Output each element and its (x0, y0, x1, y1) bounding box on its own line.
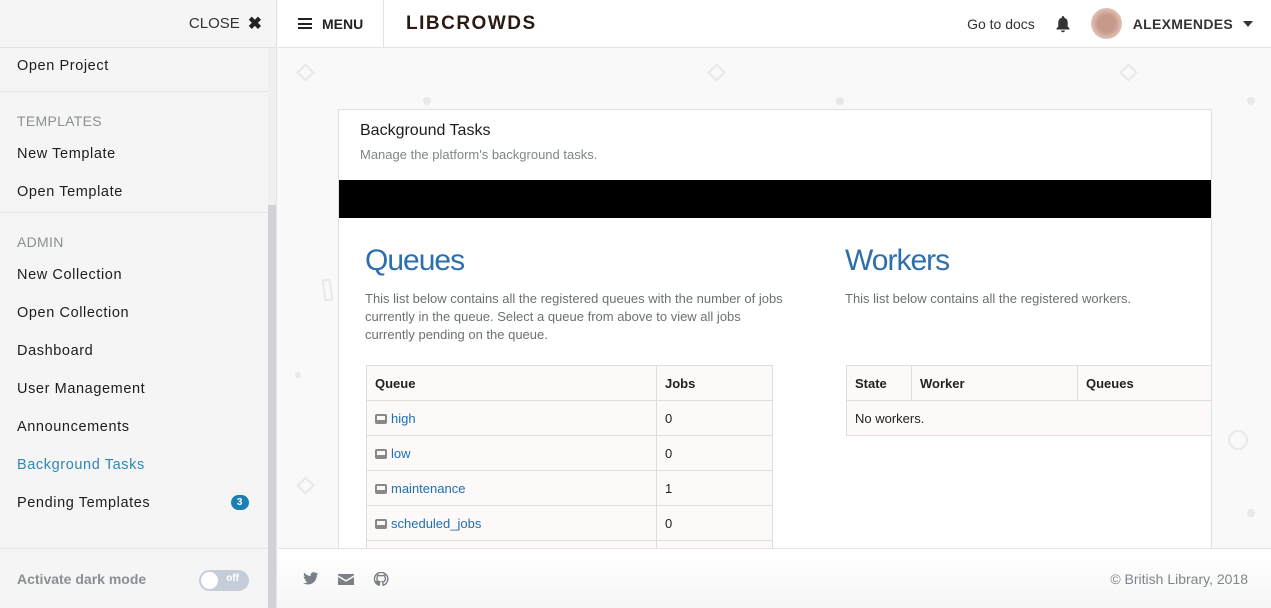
toggle-knob (201, 572, 218, 589)
sidebar-item-dashboard[interactable]: Dashboard (0, 335, 269, 373)
caret-down-icon[interactable] (1243, 21, 1253, 27)
bell-icon[interactable] (1055, 15, 1071, 33)
menu-label: MENU (322, 16, 363, 32)
nav-right: Go to docs ALEXMENDES (967, 0, 1271, 48)
sidebar-menu: Open Project TEMPLATES New Template Open… (0, 48, 269, 548)
decor-dot (295, 372, 301, 378)
decor-diamond (296, 476, 314, 494)
decor-circle (1228, 430, 1248, 450)
table-row: high 0 (367, 401, 773, 436)
pending-count-badge: 3 (231, 495, 249, 510)
sidebar-close-button[interactable]: CLOSE ✖ (0, 0, 276, 48)
background-tasks-card: Background Tasks Manage the platform's b… (338, 109, 1212, 549)
brand-logo[interactable]: LIBCROWDS (406, 13, 537, 35)
sidebar-item-open-project[interactable]: Open Project (0, 50, 269, 88)
decor-diamond (707, 63, 725, 81)
sidebar: CLOSE ✖ Open Project TEMPLATES New Templ… (0, 0, 277, 608)
decor-dot (1247, 509, 1255, 517)
close-icon: ✖ (248, 14, 262, 34)
column-header-jobs: Jobs (657, 366, 773, 401)
jobs-count: 0 (657, 401, 773, 436)
workers-description: This list below contains all the registe… (845, 290, 1205, 308)
sidebar-item-pending-templates[interactable]: Pending Templates 3 (0, 487, 269, 525)
table-row: low 0 (367, 436, 773, 471)
sidebar-item-label: Pending Templates (17, 495, 150, 511)
close-label: CLOSE (189, 15, 240, 32)
menu-button[interactable]: MENU (278, 0, 384, 48)
empty-message: No workers. (847, 401, 1213, 436)
queue-link-scheduled-jobs[interactable]: scheduled_jobs (391, 516, 481, 531)
email-icon[interactable] (338, 572, 354, 586)
workers-table: State Worker Queues No workers. (846, 365, 1212, 436)
table-row: No workers. (847, 401, 1213, 436)
page-subtitle: Manage the platform's background tasks. (360, 147, 597, 162)
queue-link-low[interactable]: low (391, 446, 411, 461)
username[interactable]: ALEXMENDES (1133, 16, 1233, 32)
docs-link[interactable]: Go to docs (967, 16, 1035, 32)
footer: © British Library, 2018 (278, 548, 1271, 608)
jobs-count: 0 (657, 436, 773, 471)
sidebar-item-background-tasks[interactable]: Background Tasks (0, 449, 269, 487)
workers-heading: Workers (845, 244, 949, 278)
sidebar-item-user-management[interactable]: User Management (0, 373, 269, 411)
column-header-worker: Worker (912, 366, 1078, 401)
dark-mode-label: Activate dark mode (17, 571, 146, 587)
dark-mode-toggle[interactable]: off (199, 570, 249, 591)
inbox-icon (375, 449, 387, 459)
table-header-row: Queue Jobs (367, 366, 773, 401)
twitter-icon[interactable] (303, 572, 319, 586)
column-header-queues: Queues (1078, 366, 1213, 401)
table-row: maintenance 1 (367, 471, 773, 506)
top-navbar: MENU LIBCROWDS Go to docs ALEXMENDES (278, 0, 1271, 48)
dark-mode-row: Activate dark mode off (0, 548, 269, 608)
decor-dot (836, 97, 844, 105)
table-header-row: State Worker Queues (847, 366, 1213, 401)
column-header-queue: Queue (367, 366, 657, 401)
sidebar-item-announcements[interactable]: Announcements (0, 411, 269, 449)
queues-description: This list below contains all the registe… (365, 290, 785, 344)
inbox-icon (375, 484, 387, 494)
decor-dot (423, 97, 431, 105)
sidebar-item-new-collection[interactable]: New Collection (0, 259, 269, 297)
queues-heading: Queues (365, 244, 464, 278)
sidebar-item-new-template[interactable]: New Template (0, 138, 269, 176)
inbox-icon (375, 519, 387, 529)
jobs-count: 1 (657, 471, 773, 506)
decor-diamond (1119, 63, 1137, 81)
column-header-state: State (847, 366, 912, 401)
queue-link-maintenance[interactable]: maintenance (391, 481, 465, 496)
header-banner (339, 180, 1212, 218)
page-title: Background Tasks (360, 122, 490, 140)
decor-dot (1247, 97, 1255, 105)
inbox-icon (375, 414, 387, 424)
queue-link-high[interactable]: high (391, 411, 416, 426)
hamburger-icon (298, 18, 312, 29)
jobs-count: 0 (657, 506, 773, 541)
github-icon[interactable] (373, 572, 389, 586)
decor-diamond (296, 63, 314, 81)
decor-rect (322, 278, 334, 301)
table-row: scheduled_jobs 0 (367, 506, 773, 541)
copyright: © British Library, 2018 (1110, 571, 1248, 587)
toggle-state: off (226, 573, 239, 584)
sidebar-item-open-collection[interactable]: Open Collection (0, 297, 269, 335)
sidebar-item-open-template[interactable]: Open Template (0, 176, 269, 214)
sidebar-scrollbar-thumb[interactable] (268, 205, 276, 608)
queues-table: Queue Jobs high 0 low 0 maintenance 1 sc… (366, 365, 773, 549)
user-avatar[interactable] (1091, 8, 1122, 39)
